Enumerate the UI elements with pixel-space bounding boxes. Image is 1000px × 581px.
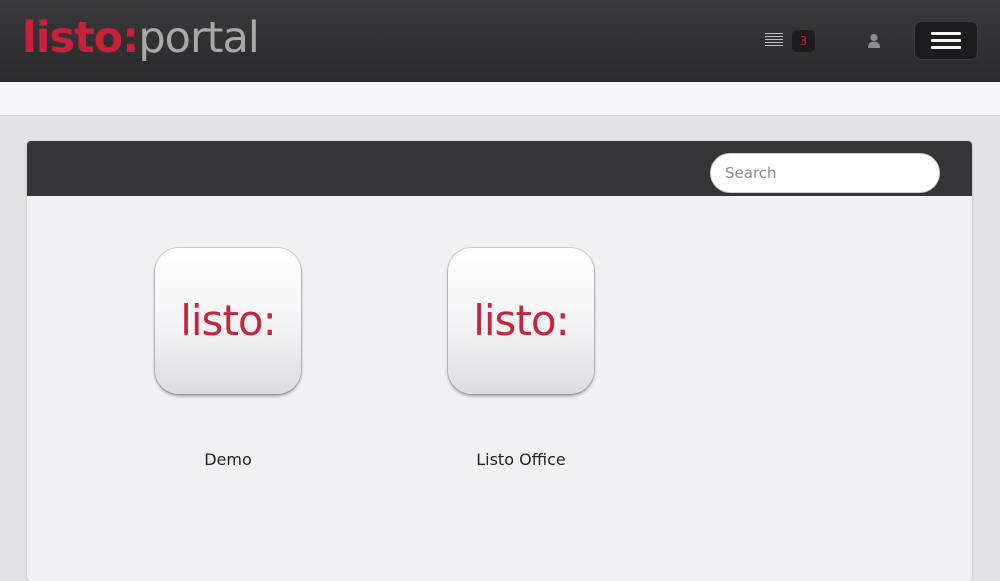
listo-app-icon[interactable]: listo: bbox=[155, 248, 301, 394]
app-tile-demo[interactable]: listo: Demo bbox=[133, 248, 323, 488]
panel-header bbox=[27, 141, 972, 196]
list-icon[interactable] bbox=[765, 33, 783, 46]
app-tile-listo-office[interactable]: listo: Listo Office bbox=[426, 248, 616, 488]
search-input[interactable] bbox=[710, 153, 940, 193]
top-navbar: listo:portal 3 bbox=[0, 0, 1000, 82]
user-icon[interactable] bbox=[867, 33, 881, 49]
notification-count-badge[interactable]: 3 bbox=[792, 30, 815, 52]
app-label[interactable]: Demo bbox=[133, 450, 323, 469]
listo-portal-logo[interactable]: listo:portal bbox=[22, 12, 260, 64]
logo-separator: : bbox=[122, 13, 139, 63]
logo-product: portal bbox=[138, 13, 259, 63]
listo-app-icon[interactable]: listo: bbox=[448, 248, 594, 394]
sub-navbar bbox=[0, 82, 1000, 116]
apps-panel: listo: Demo listo: Listo Office bbox=[27, 141, 972, 581]
app-label[interactable]: Listo Office bbox=[426, 450, 616, 469]
app-icon-logo-text: listo: bbox=[180, 296, 277, 345]
logo-brand: listo bbox=[22, 13, 123, 63]
hamburger-menu-button[interactable] bbox=[915, 22, 977, 59]
app-icon-logo-text: listo: bbox=[473, 296, 570, 345]
